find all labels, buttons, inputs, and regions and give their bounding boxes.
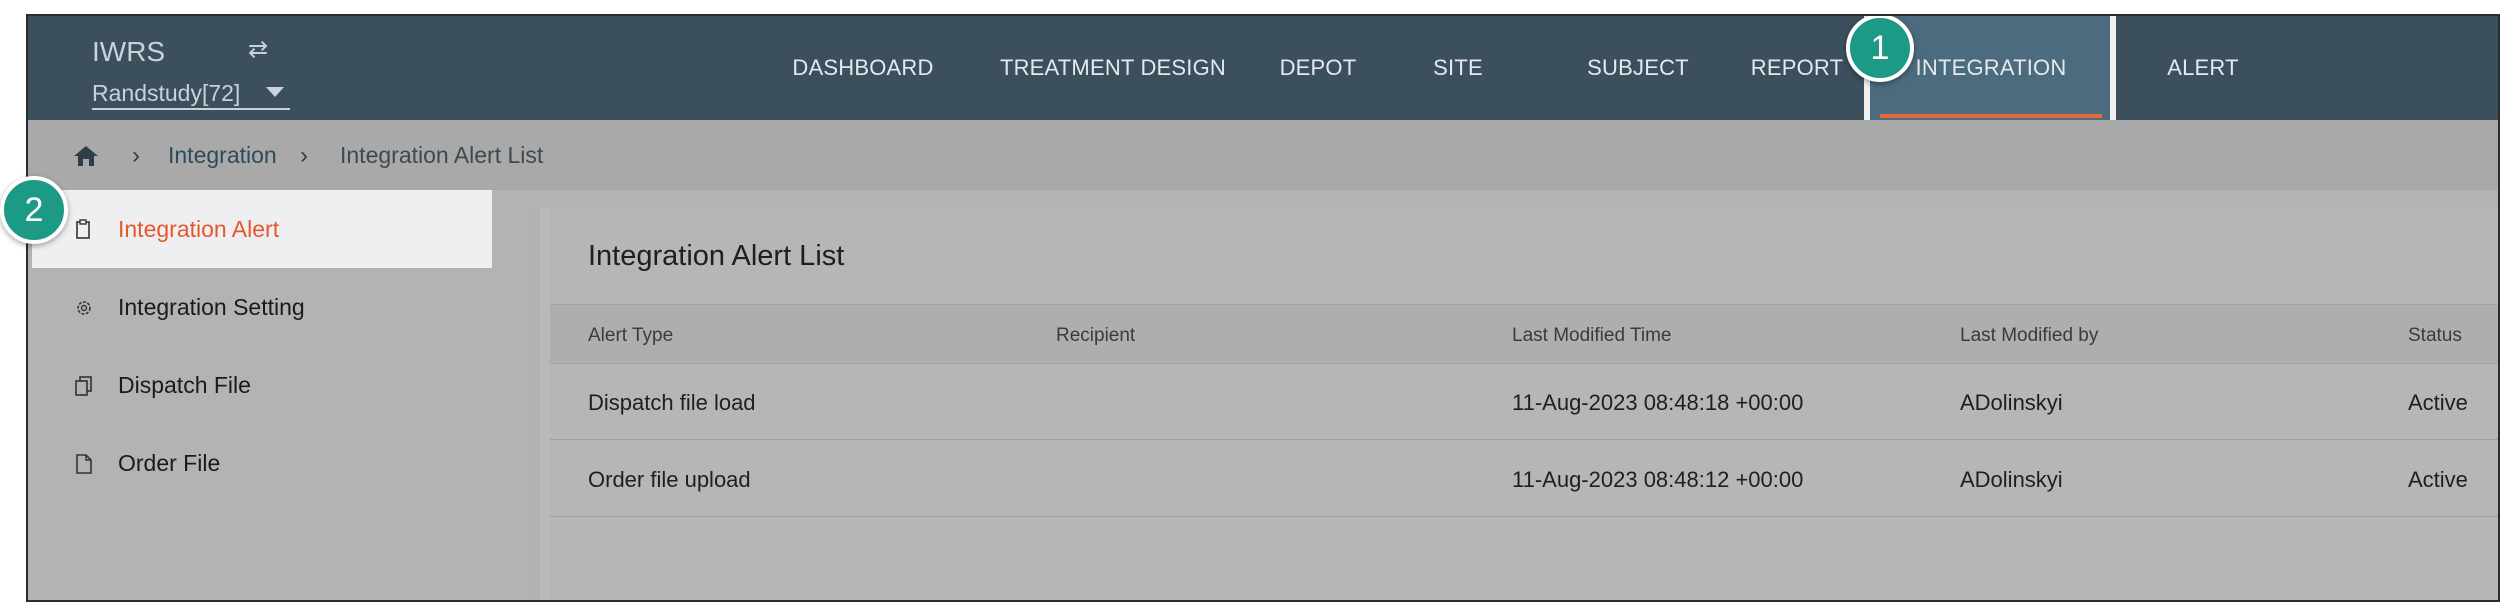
copy-file-icon <box>75 376 92 396</box>
nav-site[interactable]: SITE <box>1408 16 1508 120</box>
sidebar-item-label: Order File <box>118 450 221 476</box>
nav-depot[interactable]: DEPOT <box>1258 16 1378 120</box>
home-icon[interactable] <box>72 144 100 168</box>
sidebar-item-order-file[interactable]: Order File <box>32 424 492 502</box>
table-row[interactable]: Order file upload 11-Aug-2023 08:48:12 +… <box>550 441 2498 517</box>
clipboard-icon <box>76 219 90 239</box>
gear-icon <box>77 301 91 315</box>
nav-subject[interactable]: SUBJECT <box>1568 16 1708 120</box>
nav-dashboard[interactable]: DASHBOARD <box>768 16 958 120</box>
file-icon <box>76 454 92 474</box>
column-recipient[interactable]: Recipient <box>1056 325 1135 347</box>
study-selector-value: Randstudy[72] <box>92 80 241 106</box>
breadcrumb-integration[interactable]: Integration <box>168 142 277 169</box>
app-brand: IWRS <box>92 36 166 67</box>
nav-integration[interactable]: INTEGRATION <box>1880 16 2102 120</box>
study-selector[interactable]: Randstudy[72] <box>92 80 291 110</box>
nav-alert[interactable]: ALERT <box>2148 16 2258 120</box>
nav-report[interactable]: REPORT <box>1732 16 1862 120</box>
nav-treatment-design[interactable]: TREATMENT DESIGN <box>978 16 1248 120</box>
app-frame: IWRS ⇄ Randstudy[72] DASHBOARD TREATMENT… <box>26 14 2500 602</box>
step-badge-1: 1 <box>1846 16 1914 82</box>
step-badge-2: 2 <box>0 176 68 244</box>
chevron-right-icon: › <box>300 142 308 169</box>
cell-alert-type: Order file upload <box>588 467 751 492</box>
table-header: Alert Type Recipient Last Modified Time … <box>550 304 2498 364</box>
alert-list-panel: Integration Alert List Alert Type Recipi… <box>550 208 2498 600</box>
top-header: IWRS ⇄ Randstudy[72] DASHBOARD TREATMENT… <box>28 16 2498 132</box>
nav-active-underline <box>1880 114 2102 118</box>
cell-status: Active <box>2408 467 2468 492</box>
sidebar-item-label: Integration Setting <box>118 294 305 320</box>
column-alert-type[interactable]: Alert Type <box>588 325 673 347</box>
switch-study-icon[interactable]: ⇄ <box>244 36 272 64</box>
column-status[interactable]: Status <box>2408 325 2462 347</box>
sidebar-item-label: Integration Alert <box>118 216 280 242</box>
sidebar: Integration Alert Integration Setting Di… <box>28 190 528 600</box>
cell-alert-type: Dispatch file load <box>588 390 756 415</box>
page-title: Integration Alert List <box>588 240 845 272</box>
table-row[interactable]: Dispatch file load 11-Aug-2023 08:48:18 … <box>550 364 2498 440</box>
breadcrumb-current: Integration Alert List <box>340 142 544 168</box>
chevron-down-icon <box>266 87 285 97</box>
sidebar-item-integration-setting[interactable]: Integration Setting <box>32 268 492 346</box>
breadcrumb: › Integration › Integration Alert List <box>28 120 2498 190</box>
column-last-modified-time[interactable]: Last Modified Time <box>1512 325 1671 347</box>
cell-last-modified-time: 11-Aug-2023 08:48:12 +00:00 <box>1512 467 1804 492</box>
cell-last-modified-time: 11-Aug-2023 08:48:18 +00:00 <box>1512 390 1804 415</box>
cell-status: Active <box>2408 390 2468 415</box>
column-last-modified-by[interactable]: Last Modified by <box>1960 325 2098 347</box>
cell-last-modified-by: ADolinskyi <box>1960 467 2063 492</box>
sidebar-item-integration-alert[interactable]: Integration Alert <box>32 190 492 268</box>
chevron-right-icon: › <box>132 142 140 169</box>
sidebar-item-label: Dispatch File <box>118 372 251 398</box>
cell-last-modified-by: ADolinskyi <box>1960 390 2063 415</box>
main-card: Integration Alert List Alert Type Recipi… <box>530 208 2498 600</box>
sidebar-item-dispatch-file[interactable]: Dispatch File <box>32 346 492 424</box>
